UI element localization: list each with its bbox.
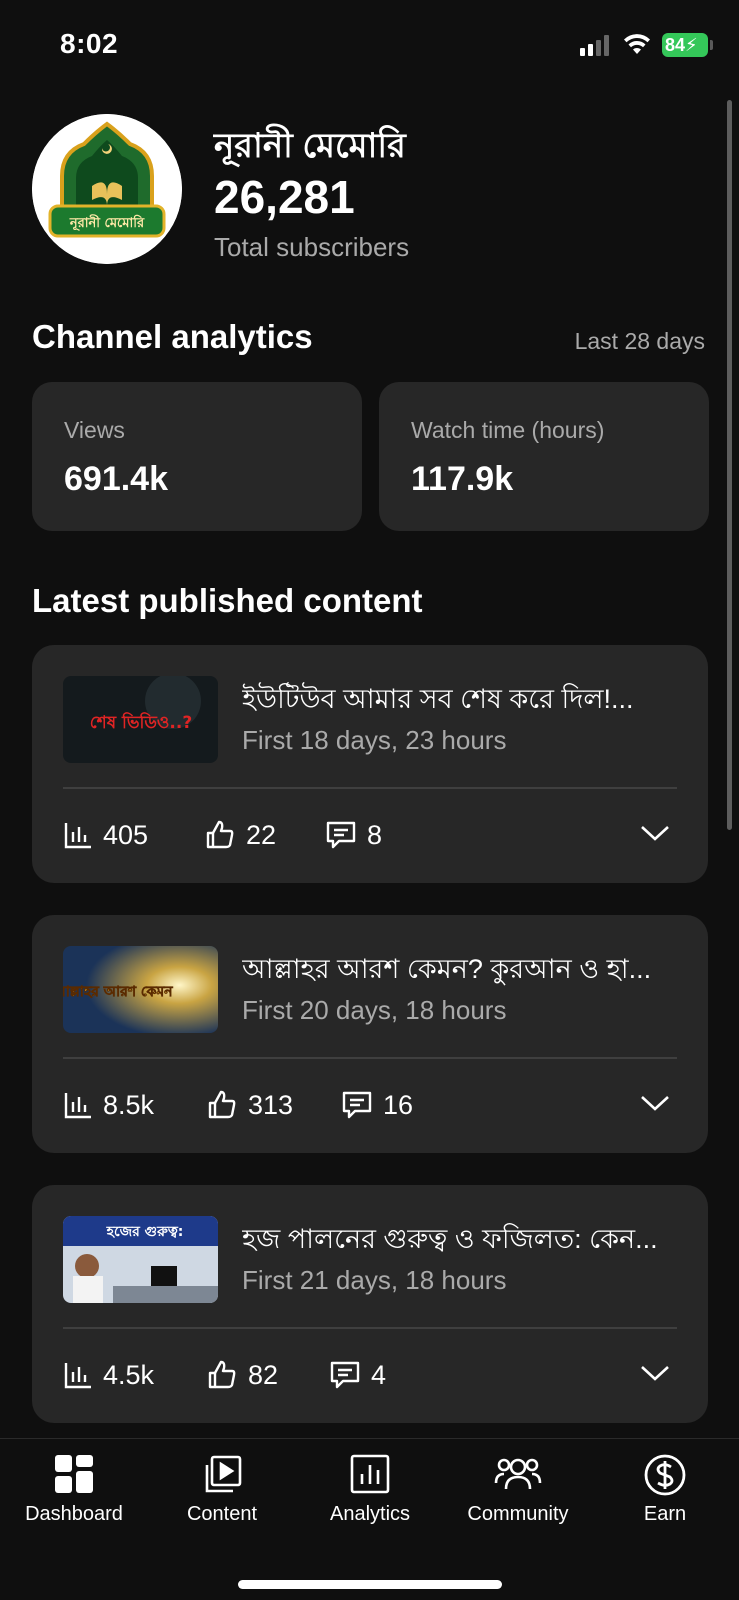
bar-chart-icon — [64, 1363, 91, 1389]
chevron-down-icon[interactable] — [640, 1363, 670, 1383]
views-metric: 8.5k — [63, 1087, 154, 1123]
thumbnail-text: আল্লাহর আরশ কেমন — [63, 984, 173, 1000]
video-thumbnail[interactable]: হজের গুরুত্ব: — [63, 1216, 218, 1303]
views-card[interactable]: Views 691.4k — [32, 382, 362, 531]
likes-count: 22 — [246, 819, 277, 850]
watch-time-value: 117.9k — [411, 460, 514, 498]
subscriber-count: 26,281 — [214, 171, 355, 223]
likes-count: 313 — [248, 1089, 294, 1120]
divider — [63, 1057, 677, 1059]
channel-logo-text: নূরানী মেমোরি — [69, 214, 145, 232]
views-count: 8.5k — [103, 1089, 155, 1120]
video-subtitle: First 21 days, 18 hours — [242, 1265, 507, 1295]
watch-time-card[interactable]: Watch time (hours) 117.9k — [379, 382, 709, 531]
battery-level: 84 — [665, 35, 686, 55]
nav-label: Content — [186, 1503, 258, 1525]
thumbs-up-icon — [208, 1360, 236, 1389]
community-icon — [494, 1458, 542, 1490]
video-title[interactable]: হজ পালনের গুরুত্ব ও ফজিলত: কেন... — [242, 1219, 672, 1264]
thumbnail-text: শেষ ভিডিও..? — [90, 711, 192, 733]
dashboard-icon — [55, 1455, 93, 1493]
chevron-down-icon[interactable] — [640, 1093, 670, 1113]
channel-header: নূরানী মেমোরি নূরানী মেমোরি 26,281 Total… — [32, 114, 682, 264]
video-subtitle: First 20 days, 18 hours — [242, 995, 507, 1025]
thumbs-up-icon — [206, 820, 234, 849]
earn-icon — [644, 1454, 686, 1496]
analytics-period[interactable]: Last 28 days — [575, 328, 705, 355]
comments-metric: 8 — [325, 817, 382, 853]
video-thumbnail[interactable]: আল্লাহর আরশ কেমন — [63, 946, 218, 1033]
content-icon — [205, 1455, 242, 1493]
cellular-signal-icon — [580, 34, 612, 56]
channel-name: নূরানী মেমোরি — [214, 127, 406, 165]
channel-logo-image: নূরানী মেমোরি — [32, 114, 182, 264]
video-title[interactable]: আল্লাহর আরশ কেমন? কুরআন ও হা... — [242, 949, 672, 994]
comments-metric: 4 — [329, 1357, 386, 1393]
video-title[interactable]: ইউটিউব আমার সব শেষ করে দিল!... — [242, 679, 672, 724]
bar-chart-icon — [64, 1093, 91, 1119]
content-card[interactable]: হজের গুরুত্ব: হজ পালনের গুরুত্ব ও ফজিলত:… — [32, 1185, 708, 1423]
latest-content-title: Latest published content — [32, 582, 423, 619]
chevron-down-icon[interactable] — [640, 823, 670, 843]
nav-label: Dashboard — [25, 1503, 123, 1525]
views-count: 4.5k — [103, 1359, 155, 1390]
comment-icon — [342, 1091, 372, 1119]
status-bar: 8:02 84⚡ — [0, 0, 739, 90]
comments-count: 4 — [371, 1359, 387, 1390]
channel-avatar[interactable]: নূরানী মেমোরি — [32, 114, 182, 264]
video-subtitle: First 18 days, 23 hours — [242, 725, 507, 755]
views-value: 691.4k — [64, 460, 168, 498]
likes-metric: 22 — [204, 817, 276, 853]
likes-metric: 82 — [206, 1357, 278, 1393]
thumbnail-text: হজের গুরুত্ব: — [106, 1224, 184, 1240]
comments-metric: 16 — [341, 1087, 413, 1123]
comment-icon — [326, 821, 356, 849]
likes-count: 82 — [248, 1359, 279, 1390]
bottom-navigation: Dashboard Content Analytics Community Ea… — [0, 1438, 739, 1600]
battery-indicator: 84⚡ — [662, 33, 713, 57]
scrollbar[interactable] — [727, 100, 732, 830]
subscriber-label: Total subscribers — [214, 232, 410, 262]
content-card[interactable]: শেষ ভিডিও..? ইউটিউব আমার সব শেষ করে দিল!… — [32, 645, 708, 883]
views-count: 405 — [103, 819, 149, 850]
views-label: Views — [64, 417, 125, 443]
status-time: 8:02 — [60, 28, 119, 59]
wifi-icon — [624, 34, 650, 54]
analytics-icon — [350, 1454, 390, 1494]
views-metric: 405 — [63, 817, 148, 853]
content-card[interactable]: আল্লাহর আরশ কেমন আল্লাহর আরশ কেমন? কুরআন… — [32, 915, 708, 1153]
comments-count: 8 — [367, 819, 383, 850]
video-thumbnail[interactable]: শেষ ভিডিও..? — [63, 676, 218, 763]
home-indicator[interactable] — [238, 1580, 502, 1589]
bar-chart-icon — [64, 823, 91, 849]
nav-label: Earn — [643, 1503, 687, 1525]
comments-count: 16 — [383, 1089, 414, 1120]
likes-metric: 313 — [206, 1087, 293, 1123]
views-metric: 4.5k — [63, 1357, 154, 1393]
thumbs-up-icon — [208, 1090, 236, 1119]
divider — [63, 1327, 677, 1329]
comment-icon — [330, 1361, 360, 1389]
watch-time-label: Watch time (hours) — [411, 417, 605, 443]
nav-label: Analytics — [329, 1503, 411, 1525]
divider — [63, 787, 677, 789]
nav-label: Community — [467, 1503, 569, 1525]
analytics-title: Channel analytics — [32, 318, 313, 355]
